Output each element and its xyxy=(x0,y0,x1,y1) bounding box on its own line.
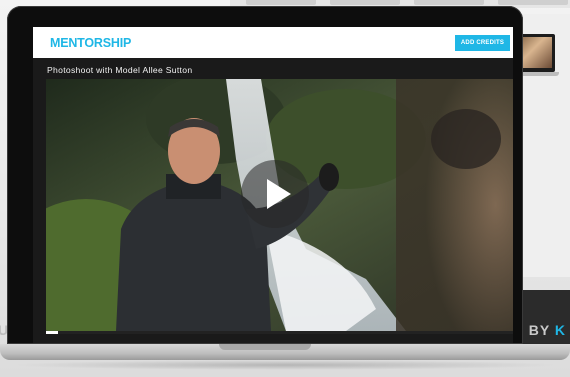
app-header: MENTORSHIP ADD CREDITS xyxy=(33,27,513,58)
background-thumb xyxy=(414,0,484,5)
laptop-notch xyxy=(219,344,311,350)
video-player[interactable] xyxy=(46,79,513,331)
video-progress-bar[interactable] xyxy=(46,331,513,334)
laptop-screen: MENTORSHIP ADD CREDITS Photoshoot with M… xyxy=(33,27,513,343)
background-thumb xyxy=(246,0,316,5)
mentorship-logo[interactable]: MENTORSHIP xyxy=(50,36,131,50)
play-icon xyxy=(267,179,291,209)
add-credits-button[interactable]: ADD CREDITS xyxy=(455,35,510,51)
background-thumb xyxy=(330,0,400,5)
video-title: Photoshoot with Model Allee Sutton xyxy=(47,65,193,75)
laptop-lid: MENTORSHIP ADD CREDITS Photoshoot with M… xyxy=(7,6,523,344)
video-progress-fill xyxy=(46,331,58,334)
laptop-shadow xyxy=(10,360,560,370)
background-thumb xyxy=(498,0,568,5)
play-button[interactable] xyxy=(241,160,309,228)
